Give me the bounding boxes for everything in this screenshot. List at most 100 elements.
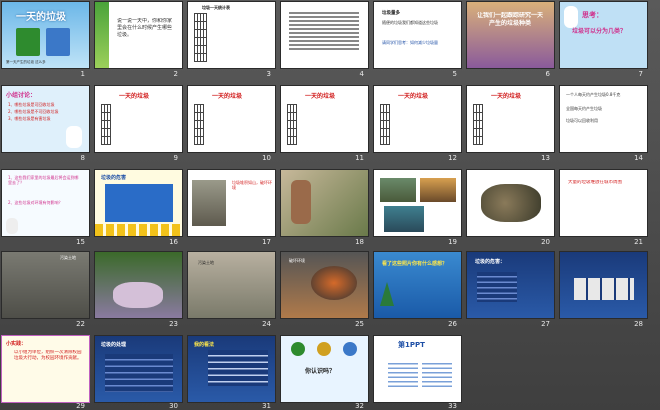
waste-table — [380, 104, 390, 145]
tree-icon — [95, 2, 109, 68]
sunflower-border — [95, 224, 182, 236]
slide-number: 23 — [169, 320, 178, 328]
slide-title: 你认识吗？ — [305, 368, 336, 375]
bullet-list — [208, 350, 268, 386]
slide-text: 说一说一天中，你和你家里会在什么时候产生哪些垃圾。 — [117, 18, 173, 38]
slide-heading: 垃圾量多 — [382, 11, 400, 16]
landfill-photo — [380, 178, 416, 202]
slide-title: 一天的垃圾 — [398, 93, 429, 100]
landfill-photo — [420, 178, 456, 202]
slide-number: 1 — [80, 70, 85, 78]
cartoon-rabbit-icon — [66, 126, 82, 148]
bullet-item: 2、哪些垃圾是不可回收垃圾 — [8, 109, 59, 114]
slide-thumbnail-26[interactable]: 看了这些照片你有什么感想？ — [374, 252, 461, 318]
slide-thumbnail-18[interactable] — [281, 170, 368, 236]
slide-number: 30 — [169, 402, 178, 410]
garbage-photo — [192, 180, 226, 226]
recycle-symbol-icon — [343, 342, 357, 356]
question-text: 1、这些我们家里的垃圾最后将会运到哪里去了？ — [8, 175, 79, 185]
slide-thumbnail-10[interactable]: 一天的垃圾 — [188, 86, 275, 152]
slide-thumbnail-22[interactable]: 污染土地 — [2, 252, 89, 318]
slide-subtext: 随便的垃圾我们都知道这些垃圾 — [382, 20, 438, 25]
slide-title: 垃圾的危害 — [101, 175, 127, 181]
slide-number: 21 — [634, 238, 643, 246]
slide-thumbnail-6[interactable]: 让我们一起跟踪研究一天产生的垃圾种类 — [467, 2, 554, 68]
slide-thumbnail-32[interactable]: 你认识吗？ — [281, 336, 368, 402]
waste-table — [101, 104, 111, 145]
bullet-item: 1、哪些垃圾是可回收垃圾 — [8, 102, 55, 107]
slide-thumbnail-5[interactable]: 垃圾量多 随便的垃圾我们都知道这些垃圾 请同学们思考：如何减少垃圾量 — [374, 2, 461, 68]
slide-title: 一天的垃圾 — [305, 93, 336, 100]
slide-thumbnail-29[interactable]: 小实践： 以小组为单位，组织一次清除校园垃圾大行动，为校园环境作贡献。 — [1, 335, 90, 403]
slide-thumbnail-16[interactable]: 垃圾的危害 — [95, 170, 182, 236]
recycle-bin-icon — [16, 28, 40, 56]
slide-thumbnail-11[interactable]: 一天的垃圾 — [281, 86, 368, 152]
slide-thumbnail-21[interactable]: 大量的垃圾堆放在城市周围 — [560, 170, 647, 236]
slide-thumbnail-27[interactable]: 垃圾的危害： — [467, 252, 554, 318]
slide-number: 26 — [448, 320, 457, 328]
slide-title: 小组讨论： — [6, 92, 37, 99]
text-block — [388, 360, 418, 390]
slide-title: 一天的垃圾 — [16, 12, 66, 23]
slide-number: 4 — [359, 70, 364, 78]
slide-title: 思考： — [582, 11, 603, 19]
slide-thumbnail-30[interactable]: 垃圾的处理 — [95, 336, 182, 402]
slide-number: 29 — [76, 402, 85, 410]
slide-thumbnail-20[interactable] — [467, 170, 554, 236]
slide-thumbnail-31[interactable]: 我的看法 — [188, 336, 275, 402]
slide-thumbnail-24[interactable]: 污染土地 — [188, 252, 275, 318]
slide-thumbnail-33[interactable]: 第1PPT — [374, 336, 461, 402]
slide-thumbnail-14[interactable]: 一个人每天约产生垃圾0.8千克 全国每天约产生垃圾 垃圾可以回收利用 — [560, 86, 647, 152]
slide-thumbnail-19[interactable] — [374, 170, 461, 236]
sorting-bins-photo — [574, 278, 634, 300]
slide-thumbnail-17[interactable]: 垃圾堆积如山，破坏环境 — [188, 170, 275, 236]
bullet-list — [477, 272, 517, 302]
bullet-item: 全国每天约产生垃圾 — [566, 106, 602, 111]
bullet-list — [105, 354, 173, 392]
slide-thumbnail-3[interactable]: 垃圾一天统计表 — [188, 2, 275, 68]
slide-number: 24 — [262, 320, 271, 328]
slide-thumbnail-7[interactable]: 思考： 垃圾可以分为几类？ — [560, 2, 647, 68]
slide-text: 大量的垃圾堆放在城市周围 — [568, 180, 622, 185]
cartoon-rabbit-icon — [564, 6, 578, 28]
slide-number: 22 — [76, 320, 85, 328]
slide-number: 11 — [355, 154, 364, 162]
slide-number: 31 — [262, 402, 271, 410]
slide-number: 2 — [173, 70, 178, 78]
slide-thumbnail-15[interactable]: 1、这些我们家里的垃圾最后将会运到哪里去了？ 2、这些垃圾对环境有何影响？ — [2, 170, 89, 236]
bullet-item: 一个人每天约产生垃圾0.8千克 — [566, 92, 621, 97]
slide-title: 垃圾的危害： — [475, 259, 506, 265]
slide-thumbnail-4[interactable] — [281, 2, 368, 68]
slide-thumbnail-9[interactable]: 一天的垃圾 — [95, 86, 182, 152]
slide-number: 7 — [638, 70, 643, 78]
waste-table — [473, 104, 483, 145]
slide-number: 18 — [355, 238, 364, 246]
slide-thumbnail-28[interactable] — [560, 252, 647, 318]
slide-title: 一天的垃圾 — [212, 93, 243, 100]
slide-thumbnail-23[interactable] — [95, 252, 182, 318]
slide-number: 12 — [448, 154, 457, 162]
slide-thumbnail-2[interactable]: 说一说一天中，你和你家里会在什么时候产生哪些垃圾。 — [95, 2, 182, 68]
text-block — [289, 12, 359, 52]
slide-text: 以小组为单位，组织一次清除校园垃圾大行动，为校园环境作贡献。 — [14, 350, 82, 361]
slide-thumbnail-12[interactable]: 一天的垃圾 — [374, 86, 461, 152]
slide-link-text: 请同学们思考：如何减少垃圾量 — [382, 40, 438, 45]
slide-thumbnail-25[interactable]: 破坏环境 — [281, 252, 368, 318]
slide-thumbnail-13[interactable]: 一天的垃圾 — [467, 86, 554, 152]
slide-subtitle: 垃圾可以分为几类？ — [572, 28, 627, 35]
slide-thumbnail-1[interactable]: 一天的垃圾 第一天产生的垃圾 这么多 — [2, 2, 89, 68]
slide-text: 让我们一起跟踪研究一天产生的垃圾种类 — [477, 12, 543, 27]
children-photo — [291, 180, 311, 224]
question-text: 2、这些垃圾对环境有何影响？ — [8, 200, 63, 205]
slide-number: 5 — [452, 70, 457, 78]
waste-table — [287, 104, 297, 145]
slide-sorter: 一天的垃圾 第一天产生的垃圾 这么多 1 说一说一天中，你和你家里会在什么时候产… — [0, 0, 660, 410]
slide-number: 32 — [355, 402, 364, 410]
slide-number: 19 — [448, 238, 457, 246]
slide-caption: 污染土地 — [198, 260, 214, 265]
slide-thumbnail-8[interactable]: 小组讨论： 1、哪些垃圾是可回收垃圾 2、哪些垃圾是不可回收垃圾 3、哪些垃圾是… — [2, 86, 89, 152]
waste-table — [194, 104, 204, 145]
slide-caption: 第一天产生的垃圾 这么多 — [6, 60, 46, 64]
recycle-symbol-icon — [317, 342, 331, 356]
slide-number: 28 — [634, 320, 643, 328]
